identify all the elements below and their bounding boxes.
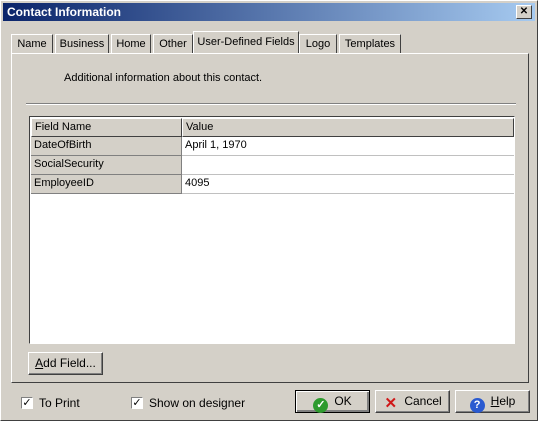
window-title: Contact Information <box>7 5 121 19</box>
red-x-icon: ✕ <box>384 395 398 412</box>
checkmark-icon: ✓ <box>132 397 142 409</box>
tab-business[interactable]: Business <box>55 34 109 53</box>
ok-button[interactable]: ✓ OK <box>295 390 370 413</box>
show-on-designer-label: Show on designer <box>149 396 246 410</box>
field-name-cell[interactable]: EmployeeID <box>31 175 182 194</box>
title-bar[interactable]: Contact Information ✕ <box>3 3 535 21</box>
tab-user-defined-fields[interactable]: User-Defined Fields <box>193 31 299 53</box>
user-defined-fields-panel: Additional information about this contac… <box>11 53 529 383</box>
tab-templates[interactable]: Templates <box>339 34 401 53</box>
close-icon: ✕ <box>519 6 529 17</box>
help-question-icon: ? <box>469 398 485 413</box>
show-on-designer-checkbox[interactable]: ✓ <box>131 397 143 409</box>
field-name-cell[interactable]: DateOfBirth <box>31 137 182 156</box>
column-header-value[interactable]: Value <box>182 118 514 137</box>
to-print-checkbox[interactable]: ✓ <box>21 397 33 409</box>
help-button[interactable]: ? Help <box>455 390 530 413</box>
table-row[interactable]: EmployeeID 4095 <box>31 175 515 194</box>
panel-description: Additional information about this contac… <box>64 72 263 84</box>
checkmark-icon: ✓ <box>22 397 32 409</box>
tab-other[interactable]: Other <box>153 34 193 53</box>
contact-information-dialog: Contact Information ✕ Name Business Home… <box>0 0 538 421</box>
field-name-cell[interactable]: SocialSecurity <box>31 156 182 175</box>
grid-header: Field Name Value <box>31 118 515 137</box>
close-button[interactable]: ✕ <box>516 5 532 19</box>
separator <box>26 103 516 105</box>
tab-home[interactable]: Home <box>111 34 151 53</box>
column-header-field-name[interactable]: Field Name <box>31 118 182 137</box>
to-print-label: To Print <box>39 396 80 410</box>
fields-grid[interactable]: Field Name Value DateOfBirth April 1, 19… <box>29 116 515 344</box>
add-field-button[interactable]: Add Field... <box>28 352 103 375</box>
table-row[interactable]: DateOfBirth April 1, 1970 <box>31 137 515 156</box>
value-cell[interactable]: 4095 <box>182 175 514 194</box>
tab-name[interactable]: Name <box>11 34 53 53</box>
cancel-button[interactable]: ✕ Cancel <box>375 390 450 413</box>
value-cell[interactable] <box>182 156 514 175</box>
tab-logo[interactable]: Logo <box>299 34 337 53</box>
check-circle-icon: ✓ <box>313 398 329 413</box>
value-cell[interactable]: April 1, 1970 <box>182 137 514 156</box>
table-row[interactable]: SocialSecurity <box>31 156 515 175</box>
